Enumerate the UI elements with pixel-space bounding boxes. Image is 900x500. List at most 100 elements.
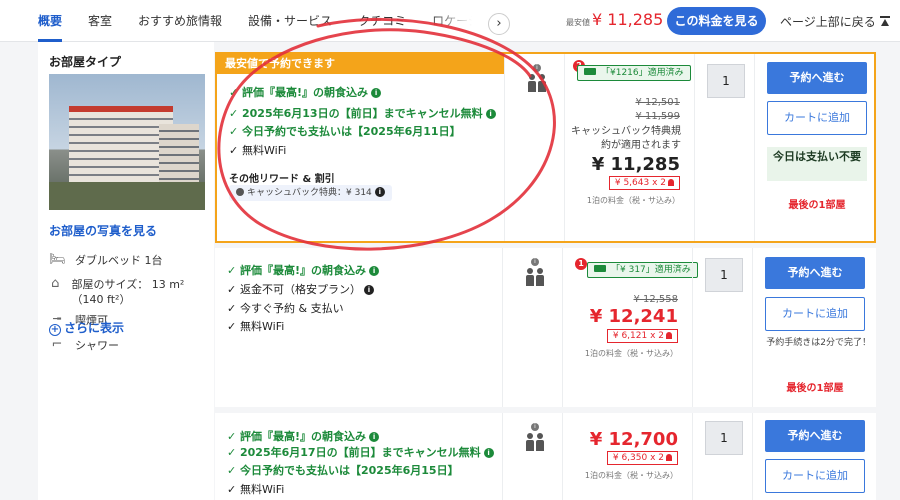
check-icon: ✓ bbox=[227, 283, 237, 296]
final-price: ¥ 12,700 bbox=[589, 429, 678, 450]
offer-3-price: ¥ 12,700 ¥ 6,350 x 2 1泊の料金（税・サ込み） bbox=[562, 413, 692, 500]
offer-3-actions: 予約へ進む カートに追加 bbox=[752, 413, 876, 500]
room-quantity-select[interactable]: 1 bbox=[707, 64, 745, 98]
benefit-non-refundable: ✓ 返金不可（格安プラン） i bbox=[227, 283, 374, 297]
person-icon bbox=[666, 454, 672, 461]
info-icon[interactable]: i bbox=[369, 432, 380, 442]
price-per-person-label: ¥ 5,643 x 2 bbox=[614, 178, 666, 188]
discount-applied-tag: 「¥1216」適用済み bbox=[577, 65, 691, 81]
shower-icon: ⌐ bbox=[51, 337, 63, 352]
ticket-icon bbox=[584, 68, 596, 75]
check-icon: ✓ bbox=[227, 464, 237, 477]
feature-shower: ⌐ シャワー bbox=[49, 338, 119, 353]
lowest-price-label: 最安値 bbox=[566, 18, 590, 27]
reserve-button[interactable]: 予約へ進む bbox=[767, 62, 867, 94]
info-icon[interactable]: i bbox=[374, 187, 385, 197]
occupancy-indicator[interactable]: i bbox=[523, 258, 547, 286]
check-icon: ✓ bbox=[227, 430, 237, 443]
tab-reviews[interactable]: クチコミ bbox=[358, 0, 406, 42]
final-price: ¥ 12,241 bbox=[589, 306, 678, 327]
back-to-top-link[interactable]: ページ上部に戻る bbox=[780, 13, 890, 30]
benefit-wifi-label: 無料WiFi bbox=[242, 144, 287, 157]
benefit-free-cancel-label: 2025年6月17日の【前日】までキャンセル無料 bbox=[240, 446, 481, 459]
benefit-wifi: ✓ 無料WiFi bbox=[227, 483, 284, 497]
price-per-person: ¥ 5,643 x 2 bbox=[608, 176, 680, 190]
benefit-pay-later: ✓ 今日予約でも支払いは【2025年6月11日】 bbox=[229, 125, 461, 139]
top-nav-bar: 概要 客室 おすすめ旅情報 設備・サービス クチコミ ロケーション › 最安値 … bbox=[0, 0, 900, 42]
discount-applied-label: 「¥ 317」適用済み bbox=[611, 265, 691, 275]
last-room-alert: 最後の1部屋 bbox=[788, 200, 846, 211]
last-room-alert: 最後の1部屋 bbox=[786, 383, 844, 394]
cashback-pill-label: キャッシュバック特典：¥ 314 bbox=[247, 188, 372, 198]
chevron-right-icon[interactable]: › bbox=[488, 13, 510, 35]
info-icon[interactable]: i bbox=[371, 88, 382, 98]
info-icon[interactable]: i bbox=[369, 266, 380, 276]
house-icon: ⌂ bbox=[51, 276, 60, 291]
occupancy-indicator[interactable]: i bbox=[523, 423, 547, 451]
offer-1-quantity: 1 bbox=[694, 54, 754, 241]
show-more-link[interactable]: + さらに表示 bbox=[49, 319, 124, 336]
check-icon: ✓ bbox=[227, 302, 237, 315]
info-icon[interactable]: i bbox=[364, 285, 374, 295]
cashback-terms-note: キャッシュバック特典規約が適用されます bbox=[571, 126, 681, 151]
discounted-price: ¥ 11,599 bbox=[635, 111, 680, 122]
price-per-person-label: ¥ 6,121 x 2 bbox=[612, 331, 664, 341]
person-icon bbox=[666, 332, 672, 339]
benefit-breakfast-label: 評価『最高!』の朝食込み bbox=[240, 430, 367, 443]
tab-fade-overlay bbox=[430, 0, 490, 40]
info-icon: i bbox=[531, 423, 539, 431]
room-photos-link[interactable]: お部屋の写真を見る bbox=[49, 222, 157, 239]
offer-3-benefits: ✓ 評価『最高!』の朝食込み i ✓ 2025年6月17日の【前日】までキャンセル無料… bbox=[215, 413, 502, 500]
offer-1-occupancy: i bbox=[504, 54, 564, 241]
reserve-button[interactable]: 予約へ進む bbox=[765, 257, 865, 289]
offer-1-benefits: 最安値で予約できます ✓ 評価『最高!』の朝食込み i ✓ 2025年6月13日の【前… bbox=[217, 54, 504, 241]
offer-1-price: 2 「¥1216」適用済み ¥ 12,501 ¥ 11,599 キャッシュバック… bbox=[564, 54, 694, 241]
offer-2-price: 1 「¥ 317」適用済み ¥ 12,558 ¥ 12,241 ¥ 6,121 … bbox=[562, 248, 698, 407]
coin-icon bbox=[236, 188, 244, 196]
benefit-wifi: ✓ 無料WiFi bbox=[227, 320, 284, 334]
feature-shower-label: シャワー bbox=[75, 339, 119, 352]
check-icon: ✓ bbox=[229, 107, 239, 120]
best-price-banner: 最安値で予約できます bbox=[217, 54, 504, 74]
per-night-note: 1泊の料金（税・サ込み） bbox=[584, 349, 678, 358]
add-to-cart-button[interactable]: カートに追加 bbox=[765, 459, 865, 493]
benefit-non-refundable-label: 返金不可（格安プラン） bbox=[240, 283, 361, 296]
price-per-person: ¥ 6,350 x 2 bbox=[606, 451, 678, 465]
offer-row-2: ✓ 評価『最高!』の朝食込み i ✓ 返金不可（格安プラン） i ✓ 今すぐ予約 & 支払… bbox=[215, 248, 876, 407]
see-this-price-button[interactable]: この料金を見る bbox=[667, 7, 766, 35]
tab-rooms[interactable]: 客室 bbox=[88, 0, 112, 42]
info-icon[interactable]: i bbox=[485, 109, 496, 119]
info-icon[interactable]: i bbox=[483, 448, 494, 458]
benefit-free-cancel-label: 2025年6月13日の【前日】までキャンセル無料 bbox=[242, 107, 483, 120]
room-quantity-select[interactable]: 1 bbox=[705, 258, 743, 292]
ground-graphic bbox=[49, 182, 205, 210]
add-to-cart-button[interactable]: カートに追加 bbox=[767, 101, 867, 135]
ticket-icon bbox=[594, 265, 606, 272]
per-night-note: 1泊の料金（税・サ込み） bbox=[586, 196, 680, 205]
feature-room-size-label: 部屋のサイズ： 13 m² （140 ft²） bbox=[71, 278, 185, 306]
room-type-heading: お部屋タイプ bbox=[49, 55, 122, 69]
reserve-button[interactable]: 予約へ進む bbox=[765, 420, 865, 452]
room-quantity-select[interactable]: 1 bbox=[705, 421, 743, 455]
offer-1-actions: 予約へ進む カートに追加 今日は支払い不要 最後の1部屋 bbox=[754, 54, 878, 241]
two-people-icon bbox=[525, 74, 549, 92]
price-per-person: ¥ 6,121 x 2 bbox=[606, 329, 678, 343]
occupancy-indicator[interactable]: i bbox=[525, 64, 549, 92]
tab-travel-info[interactable]: おすすめ旅情報 bbox=[138, 0, 222, 42]
benefit-wifi-label: 無料WiFi bbox=[240, 483, 285, 496]
add-to-cart-button[interactable]: カートに追加 bbox=[765, 297, 865, 331]
lowest-price-value: ¥ 11,285 bbox=[592, 10, 664, 29]
tab-facilities[interactable]: 設備・サービス bbox=[248, 0, 332, 42]
hotel-building-graphic bbox=[69, 106, 173, 182]
check-icon: ✓ bbox=[229, 144, 239, 157]
tab-overview[interactable]: 概要 bbox=[38, 0, 63, 42]
benefit-pay-later: ✓ 今日予約でも支払いは【2025年6月15日】 bbox=[227, 464, 459, 478]
benefit-pay-later-label: 今日予約でも支払いは【2025年6月15日】 bbox=[240, 464, 459, 477]
room-photo[interactable] bbox=[49, 74, 205, 210]
benefit-free-cancel: ✓ 2025年6月13日の【前日】までキャンセル無料 i bbox=[229, 107, 496, 121]
discount-applied-tag: 「¥ 317」適用済み bbox=[587, 262, 698, 278]
benefit-pay-now: ✓ 今すぐ予約 & 支払い bbox=[227, 302, 344, 316]
bed-icon: 🛏 bbox=[49, 252, 66, 267]
offer-2-actions: 予約へ進む カートに追加 予約手続きは2分で完了！ 最後の1部屋 bbox=[752, 248, 876, 407]
feature-bed: 🛏 ダブルベッド 1台 bbox=[49, 253, 163, 268]
